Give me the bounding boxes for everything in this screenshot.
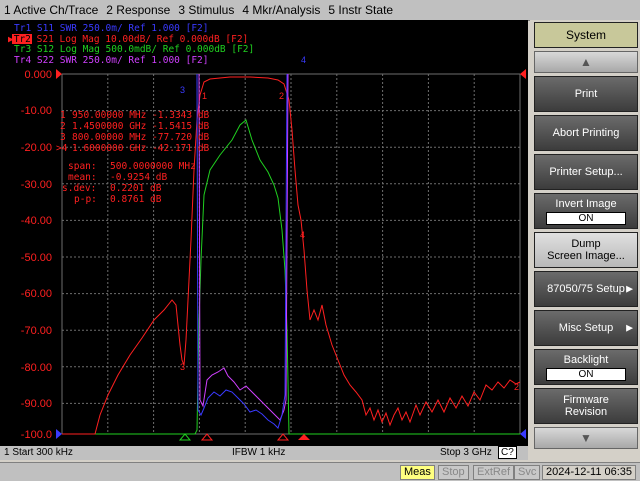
ifbw-value[interactable]: IFBW 1 kHz xyxy=(232,447,285,458)
trace-1-label[interactable]: Tr1 S11 SWR 250.0m/ Ref 1.000 [F2] xyxy=(14,23,208,34)
marker-arrow-icon xyxy=(276,433,290,441)
marker-arrow-icon xyxy=(200,433,214,441)
y-tick-label: -30.00 xyxy=(21,179,52,191)
ref-arrow-right-blue-icon xyxy=(520,429,526,439)
menu-stimulus[interactable]: 3 Stimulus xyxy=(174,3,238,17)
dump-screen-image-button[interactable]: Dump Screen Image... xyxy=(534,232,638,268)
y-tick-label: -70.00 xyxy=(21,325,52,337)
marker-2-flag[interactable]: 2 xyxy=(279,91,284,101)
setup-87050-button[interactable]: 87050/75 Setup ▶ xyxy=(534,271,638,307)
menu-active-ch-trace[interactable]: 1 Active Ch/Trace xyxy=(0,3,102,17)
menu-response[interactable]: 2 Response xyxy=(102,3,174,17)
trace-s11 xyxy=(196,73,288,429)
backlight-button[interactable]: Backlight ON xyxy=(534,349,638,385)
softkey-menu-title: System xyxy=(534,22,638,48)
stat-mean: mean: -0.9254 dB xyxy=(68,172,167,183)
y-tick-label: -60.00 xyxy=(21,288,52,300)
invert-image-button[interactable]: Invert Image ON xyxy=(534,193,638,229)
stop-indicator: Stop xyxy=(438,465,469,480)
dump-label-line2: Screen Image... xyxy=(547,250,625,262)
y-tick-label: -80.00 xyxy=(21,362,52,374)
marker-1-flag[interactable]: 1 xyxy=(202,91,207,101)
calibration-status: C? xyxy=(498,446,517,459)
printer-setup-button[interactable]: Printer Setup... xyxy=(534,154,638,190)
extref-indicator: ExtRef xyxy=(473,465,515,480)
marker-arrow-icon xyxy=(178,433,192,441)
y-tick-label: 0.000 xyxy=(24,69,52,81)
stat-span: span: 500.0000000 MHz xyxy=(68,161,196,172)
misc-setup-label: Misc Setup xyxy=(558,322,614,334)
menu-instr-state[interactable]: 5 Instr State xyxy=(324,3,397,17)
y-tick-label: -100.0 xyxy=(21,429,52,441)
dump-label-line1: Dump xyxy=(571,238,601,250)
y-tick-label: -90.00 xyxy=(21,398,52,410)
abort-printing-button[interactable]: Abort Printing xyxy=(534,115,638,151)
marker-row[interactable]: >4 1.6000000 GHz -42.171 dB xyxy=(56,143,210,154)
start-frequency[interactable]: 1 Start 300 kHz xyxy=(4,447,73,458)
backlight-value: ON xyxy=(546,367,626,381)
y-tick-label: -10.00 xyxy=(21,105,52,117)
softkey-panel: System ▲ Print Abort Printing Printer Se… xyxy=(530,20,640,462)
y-tick-label: -50.00 xyxy=(21,252,52,264)
marker-row[interactable]: 1 950.00000 MHz -1.3343 dB xyxy=(60,110,210,121)
trace-s22 xyxy=(198,73,289,421)
scroll-up-button[interactable]: ▲ xyxy=(534,51,638,73)
ref-arrow-left-blue-icon xyxy=(56,429,62,439)
marker-3-top-flag: 3 xyxy=(180,85,185,95)
firmware-label-line1: Firmware xyxy=(563,394,609,406)
measurement-graph[interactable]: Tr1 S11 SWR 250.0m/ Ref 1.000 [F2] ▶Tr2 … xyxy=(0,20,528,446)
stop-frequency[interactable]: Stop 3 GHz xyxy=(440,447,492,458)
trace-end-flag: 2 xyxy=(514,382,519,392)
setup-87050-label: 87050/75 Setup xyxy=(547,283,625,295)
ref-arrow-right-icon xyxy=(520,69,526,79)
marker-4-flag[interactable]: 4 xyxy=(300,230,305,240)
trace-4-label[interactable]: Tr4 S22 SWR 250.0m/ Ref 1.000 [F2] xyxy=(14,55,208,66)
submenu-arrow-icon: ▶ xyxy=(626,283,633,294)
firmware-label-line2: Revision xyxy=(564,406,608,418)
print-button[interactable]: Print xyxy=(534,76,638,112)
channel-status-bar: 1 Start 300 kHz IFBW 1 kHz Stop 3 GHz C? xyxy=(0,446,528,460)
stat-pp: p-p: 0.8761 dB xyxy=(74,194,162,205)
menu-mkr-analysis[interactable]: 4 Mkr/Analysis xyxy=(238,3,324,17)
submenu-arrow-icon: ▶ xyxy=(626,322,633,333)
svc-indicator: Svc xyxy=(514,465,541,480)
ref-arrow-left-icon xyxy=(56,69,62,79)
marker-4-top-flag: 4 xyxy=(301,55,306,65)
y-tick-label: -40.00 xyxy=(21,215,52,227)
invert-image-label: Invert Image xyxy=(555,197,617,210)
instrument-status-bar: Meas Stop ExtRef Svc 2024-12-11 06:35 xyxy=(0,462,640,481)
y-tick-label: -20.00 xyxy=(21,142,52,154)
menu-bar: 1 Active Ch/Trace 2 Response 3 Stimulus … xyxy=(0,0,640,21)
backlight-label: Backlight xyxy=(563,353,609,366)
marker-arrow-active-icon xyxy=(298,434,310,440)
marker-row[interactable]: 2 1.4500000 GHz -1.5415 dB xyxy=(60,121,210,132)
date-time: 2024-12-11 06:35 xyxy=(542,465,637,480)
trace-3-label[interactable]: Tr3 S12 Log Mag 500.0mdB/ Ref 0.000dB [F… xyxy=(14,44,254,55)
marker-row[interactable]: 3 800.00000 MHz -77.720 dB xyxy=(60,132,210,143)
scroll-down-button[interactable]: ▼ xyxy=(534,427,638,449)
stat-sdev: s.dev: 0.2201 dB xyxy=(62,183,162,194)
meas-indicator: Meas xyxy=(400,465,435,480)
invert-image-value: ON xyxy=(546,211,626,225)
firmware-revision-button[interactable]: Firmware Revision xyxy=(534,388,638,424)
misc-setup-button[interactable]: Misc Setup ▶ xyxy=(534,310,638,346)
marker-3-flag[interactable]: 3 xyxy=(180,362,185,372)
